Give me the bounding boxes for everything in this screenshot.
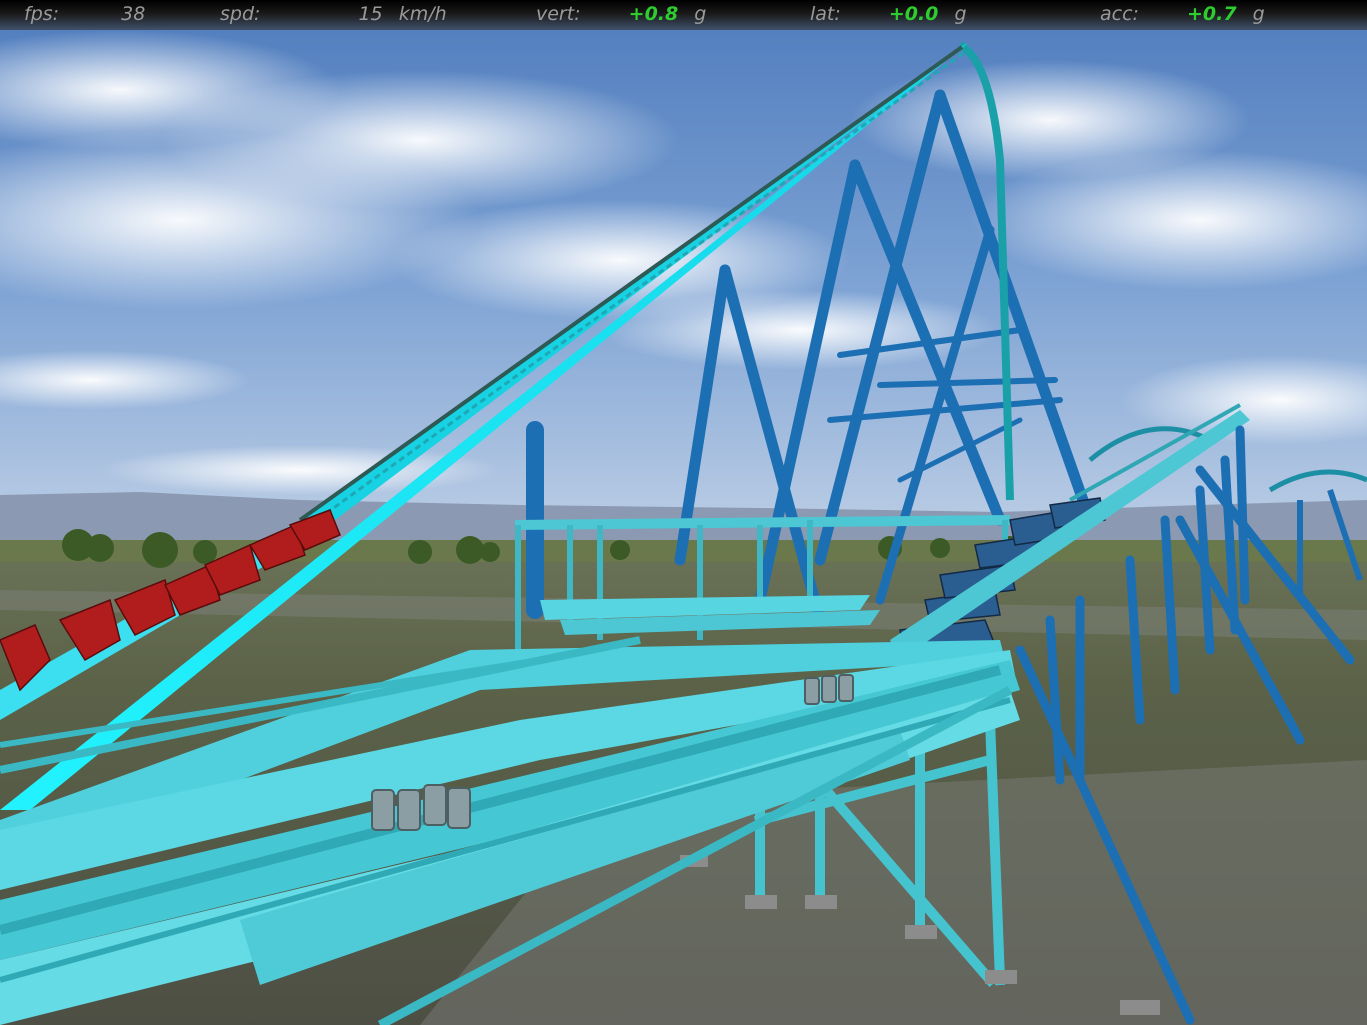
acceleration-label: acc:: [1100, 3, 1139, 25]
vertical-g-value: +0.8: [628, 3, 679, 25]
lateral-g-readout: lat: +0.0 g: [810, 2, 967, 26]
game-viewport: [0, 0, 1367, 1025]
speed-unit: km/h: [398, 3, 447, 25]
lateral-g-unit: g: [954, 3, 967, 25]
acceleration-unit: g: [1252, 3, 1265, 25]
fps-readout: fps: 38: [24, 2, 145, 26]
fps-label: fps:: [24, 3, 60, 25]
speed-readout: spd: 15 km/h: [220, 2, 447, 26]
fps-value: 38: [121, 3, 146, 25]
vertical-g-unit: g: [694, 3, 707, 25]
acceleration-readout: acc: +0.7 g: [1100, 2, 1265, 26]
telemetry-bar: fps: 38 spd: 15 km/h vert: +0.8 g lat: +…: [0, 0, 1367, 30]
lateral-g-label: lat:: [810, 3, 841, 25]
lateral-g-value: +0.0: [888, 3, 939, 25]
acceleration-value: +0.7: [1186, 3, 1237, 25]
vertical-g-label: vert:: [536, 3, 581, 25]
vertical-g-readout: vert: +0.8 g: [536, 2, 706, 26]
speed-label: spd:: [220, 3, 261, 25]
speed-value: 15: [358, 3, 383, 25]
